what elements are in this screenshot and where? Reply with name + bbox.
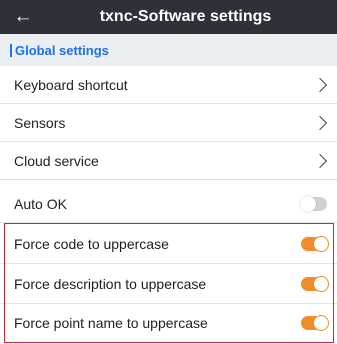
settings-row-label: Keyboard shortcut — [14, 76, 128, 93]
force-point-name-uppercase-toggle[interactable] — [301, 315, 329, 331]
chevron-right-icon — [312, 77, 328, 92]
settings-row-label: Force point name to uppercase — [14, 315, 208, 331]
settings-row-label: Force code to uppercase — [14, 235, 169, 252]
settings-row-label: Cloud service — [14, 152, 99, 169]
toggle-knob — [313, 235, 329, 252]
settings-row-keyboard-shortcut[interactable]: Keyboard shortcut — [0, 66, 337, 104]
settings-row-force-description-uppercase: Force description to uppercase — [0, 264, 337, 304]
settings-row-sensors[interactable]: Sensors — [0, 104, 337, 142]
settings-row-force-point-name-uppercase: Force point name to uppercase — [0, 304, 337, 342]
force-description-uppercase-toggle[interactable] — [301, 275, 329, 292]
section-accent-bar — [10, 43, 12, 57]
chevron-right-icon — [312, 115, 328, 130]
section-header-global-settings: Global settings — [0, 34, 337, 66]
chevron-right-icon — [312, 153, 328, 168]
settings-row-label: Force description to uppercase — [14, 275, 207, 292]
settings-row-cloud-service[interactable]: Cloud service — [0, 142, 337, 180]
auto-ok-toggle[interactable] — [300, 195, 327, 212]
toggle-knob — [313, 315, 329, 331]
toggle-knob — [313, 275, 329, 292]
force-code-uppercase-toggle[interactable] — [301, 235, 329, 252]
section-label: Global settings — [15, 42, 109, 58]
settings-row-label: Sensors — [14, 114, 66, 131]
settings-row-auto-ok: Auto OK — [0, 185, 337, 223]
page-title: txnc-Software settings — [99, 8, 272, 25]
settings-row-label: Auto OK — [14, 195, 67, 212]
top-app-bar: ← txnc-Software settings — [0, 0, 337, 34]
toggle-knob — [300, 195, 316, 212]
settings-row-force-code-uppercase: Force code to uppercase — [0, 224, 337, 264]
